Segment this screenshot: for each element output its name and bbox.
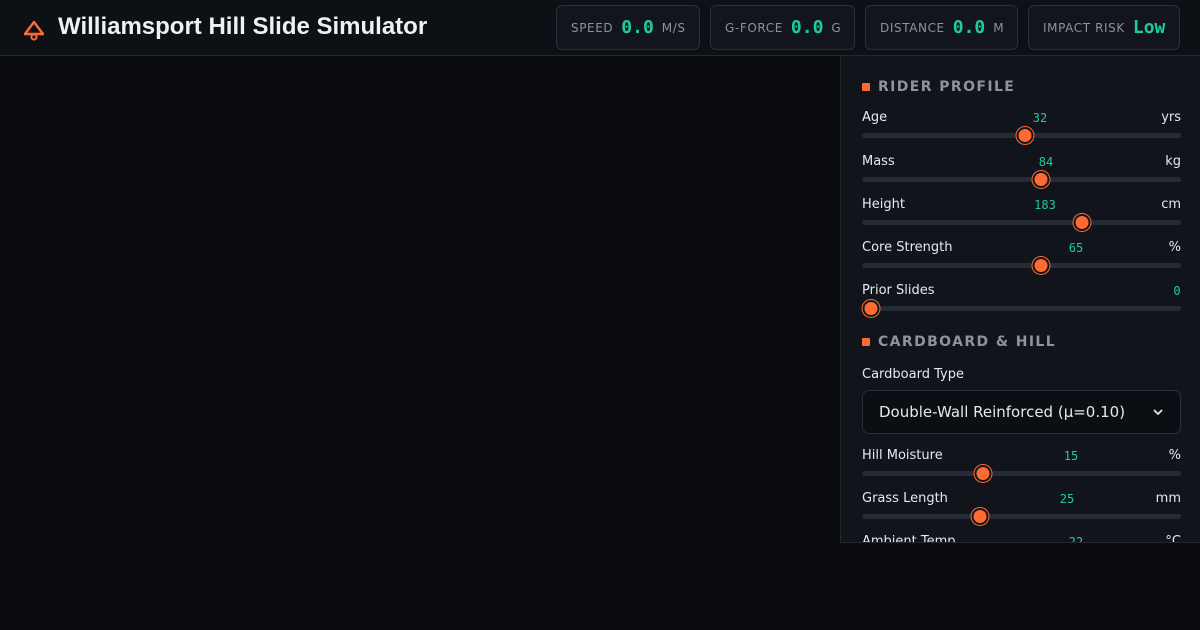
core-strength-label: Core Strength bbox=[862, 240, 953, 255]
impact-risk-value: Low bbox=[1132, 17, 1166, 38]
impact-risk-stat: IMPACT RISK Low bbox=[1028, 5, 1180, 50]
cardboard-type-label: Cardboard Type bbox=[862, 367, 964, 382]
impact-risk-label: IMPACT RISK bbox=[1043, 20, 1125, 35]
hill-moisture-label: Hill Moisture bbox=[862, 448, 943, 463]
prior-slides-track[interactable] bbox=[862, 306, 1181, 311]
mass-unit: kg bbox=[1165, 154, 1181, 169]
hill-moisture-unit: % bbox=[1168, 448, 1181, 463]
prior-slides-slider[interactable]: Prior Slides 0 bbox=[862, 283, 1181, 323]
speed-unit: M/S bbox=[661, 20, 686, 35]
mass-thumb[interactable] bbox=[1032, 171, 1050, 188]
grass-length-value: 25 bbox=[1059, 492, 1075, 506]
distance-unit: M bbox=[993, 20, 1005, 35]
distance-value: 0.0 bbox=[952, 17, 986, 38]
rider-profile-title: RIDER PROFILE bbox=[878, 79, 1016, 95]
cardboard-type-value: Double-Wall Reinforced (μ=0.10) bbox=[879, 403, 1126, 421]
top-bar: Williamsport Hill Slide Simulator SPEED … bbox=[0, 0, 1200, 56]
simulation-canvas[interactable] bbox=[0, 56, 840, 630]
cardboard-hill-title: CARDBOARD & HILL bbox=[878, 334, 1057, 350]
age-value: 32 bbox=[1032, 111, 1048, 125]
grass-length-unit: mm bbox=[1155, 491, 1181, 506]
age-slider[interactable]: Age 32 yrs bbox=[862, 110, 1181, 150]
grass-length-thumb[interactable] bbox=[971, 508, 989, 525]
prior-slides-thumb[interactable] bbox=[862, 300, 880, 317]
hill-moisture-slider[interactable]: Hill Moisture 15 % bbox=[862, 448, 1181, 488]
hill-moisture-value: 15 bbox=[1063, 449, 1079, 463]
g-force-stat: G-FORCE 0.0 G bbox=[710, 5, 855, 50]
hill-moisture-thumb[interactable] bbox=[974, 465, 992, 482]
distance-label: DISTANCE bbox=[880, 20, 945, 35]
mass-value: 84 bbox=[1038, 155, 1054, 169]
age-thumb[interactable] bbox=[1016, 127, 1034, 144]
chevron-down-icon bbox=[1153, 409, 1163, 416]
core-strength-unit: % bbox=[1168, 240, 1181, 255]
grass-length-track[interactable] bbox=[862, 514, 1181, 519]
g-force-label: G-FORCE bbox=[725, 20, 783, 35]
speed-value: 0.0 bbox=[621, 17, 654, 38]
ambient-temp-label: Ambient Temp bbox=[862, 534, 956, 543]
control-panel[interactable]: RIDER PROFILE Age 32 yrs Mass 84 kg Heig… bbox=[840, 56, 1200, 543]
section-marker-icon bbox=[862, 338, 870, 346]
height-value: 183 bbox=[1034, 198, 1056, 212]
mass-label: Mass bbox=[862, 154, 895, 169]
prior-slides-value: 0 bbox=[1173, 284, 1181, 298]
grass-length-label: Grass Length bbox=[862, 491, 948, 506]
height-unit: cm bbox=[1161, 197, 1181, 212]
core-strength-slider[interactable]: Core Strength 65 % bbox=[862, 240, 1181, 280]
speed-stat: SPEED 0.0 M/S bbox=[556, 5, 700, 50]
section-marker-icon bbox=[862, 83, 870, 91]
hill-moisture-track[interactable] bbox=[862, 471, 1181, 476]
app-title: Williamsport Hill Slide Simulator bbox=[58, 13, 428, 40]
core-strength-thumb[interactable] bbox=[1032, 257, 1050, 274]
g-force-unit: G bbox=[831, 20, 842, 35]
cardboard-type-select[interactable]: Double-Wall Reinforced (μ=0.10) bbox=[862, 390, 1181, 434]
mass-slider[interactable]: Mass 84 kg bbox=[862, 154, 1181, 194]
core-strength-value: 65 bbox=[1068, 241, 1084, 255]
ambient-temp-slider[interactable]: Ambient Temp 22 °C bbox=[862, 534, 1181, 543]
sled-icon bbox=[24, 20, 44, 41]
speed-label: SPEED bbox=[571, 20, 614, 35]
ambient-temp-unit: °C bbox=[1165, 534, 1181, 543]
g-force-value: 0.0 bbox=[790, 17, 824, 38]
rider-profile-header: RIDER PROFILE bbox=[862, 78, 1015, 96]
age-unit: yrs bbox=[1161, 110, 1181, 125]
height-slider[interactable]: Height 183 cm bbox=[862, 197, 1181, 237]
height-thumb[interactable] bbox=[1073, 214, 1091, 231]
prior-slides-label: Prior Slides bbox=[862, 283, 935, 298]
core-strength-track[interactable] bbox=[862, 263, 1181, 268]
distance-stat: DISTANCE 0.0 M bbox=[865, 5, 1018, 50]
ambient-temp-value: 22 bbox=[1068, 535, 1084, 543]
height-label: Height bbox=[862, 197, 905, 212]
grass-length-slider[interactable]: Grass Length 25 mm bbox=[862, 491, 1181, 531]
height-track[interactable] bbox=[862, 220, 1181, 225]
cardboard-hill-header: CARDBOARD & HILL bbox=[862, 333, 1056, 351]
age-label: Age bbox=[862, 110, 888, 125]
mass-track[interactable] bbox=[862, 177, 1181, 182]
